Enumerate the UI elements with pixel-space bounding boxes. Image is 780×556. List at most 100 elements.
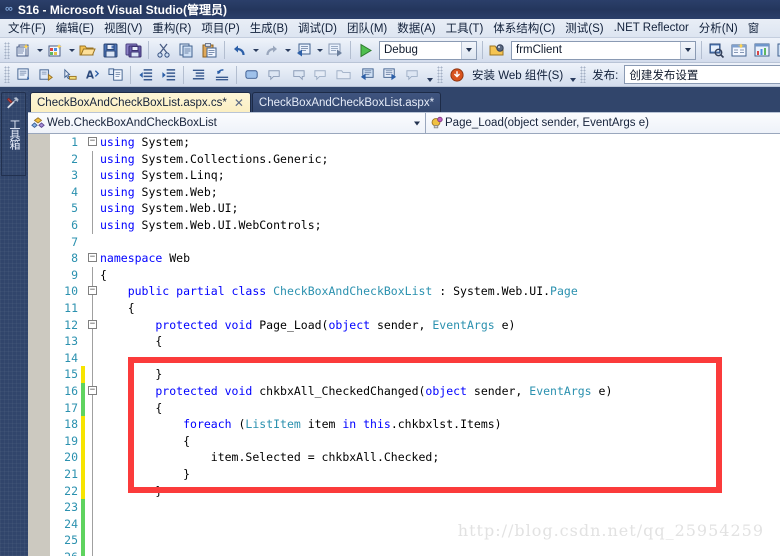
- tab-checkboxandcheckboxlist-aspx[interactable]: CheckBoxAndCheckBoxList.aspx*: [251, 92, 442, 112]
- toolbar-overflow-icon[interactable]: [567, 65, 578, 84]
- code-surface[interactable]: 1− using System; 2 using System.Collections…: [52, 134, 780, 556]
- navigate-backward-icon[interactable]: [293, 40, 314, 61]
- code-editor[interactable]: 1− using System; 2 using System.Collections…: [28, 134, 780, 556]
- publish-profile-combo[interactable]: 创建发布设置: [624, 65, 780, 84]
- new-website-dropdown-icon[interactable]: [67, 41, 76, 60]
- code-line[interactable]: 17 {: [52, 399, 780, 417]
- decrease-indent-icon[interactable]: [135, 64, 156, 85]
- save-all-icon[interactable]: [123, 40, 144, 61]
- code-line[interactable]: 9{: [52, 266, 780, 284]
- code-line[interactable]: 14: [52, 349, 780, 367]
- solution-configuration-combo[interactable]: Debug: [379, 40, 477, 60]
- member-navigation-combo[interactable]: Page_Load(object sender, EventArgs e): [426, 113, 780, 133]
- navigate-back-icon[interactable]: [356, 64, 377, 85]
- menu-item-tools[interactable]: 工具(T): [441, 19, 489, 37]
- menu-item-project[interactable]: 项目(P): [196, 19, 244, 37]
- clear-bookmarks-icon[interactable]: [310, 64, 331, 85]
- menu-item-test[interactable]: 测试(S): [560, 19, 608, 37]
- code-line[interactable]: 22 }: [52, 482, 780, 500]
- undo-dropdown-icon[interactable]: [251, 41, 260, 60]
- redo-icon[interactable]: [261, 40, 282, 61]
- toolbar-grip[interactable]: [580, 66, 587, 83]
- start-debugging-icon[interactable]: [355, 40, 376, 61]
- menu-item-edit[interactable]: 编辑(E): [51, 19, 99, 37]
- type-navigation-combo[interactable]: Web.CheckBoxAndCheckBoxList: [28, 113, 426, 133]
- code-line[interactable]: 21 }: [52, 466, 780, 483]
- code-line[interactable]: 18 foreach (ListItem item in this.chkbxl…: [52, 416, 780, 433]
- new-project-icon[interactable]: [13, 40, 34, 61]
- code-line[interactable]: 7: [52, 234, 780, 251]
- code-line[interactable]: 3 using System.Linq;: [52, 167, 780, 184]
- code-line[interactable]: 6 using System.Web.UI.WebControls;: [52, 217, 780, 234]
- code-line[interactable]: 10− public partial class CheckBoxAndChec…: [52, 283, 780, 300]
- next-bookmark-icon[interactable]: [287, 64, 308, 85]
- chevron-down-icon[interactable]: [411, 118, 422, 129]
- code-line[interactable]: 11 {: [52, 300, 780, 317]
- redo-dropdown-icon[interactable]: [283, 41, 292, 60]
- open-file-icon[interactable]: [77, 40, 98, 61]
- bookmark-folder-icon[interactable]: [333, 64, 354, 85]
- insert-snippet-icon[interactable]: [36, 64, 57, 85]
- undo-outlining-icon[interactable]: [211, 64, 232, 85]
- outlining-collapse-toggle[interactable]: −: [88, 137, 97, 146]
- menu-item-window[interactable]: 窗: [743, 19, 765, 37]
- paste-icon[interactable]: [199, 40, 220, 61]
- code-line[interactable]: 13 {: [52, 333, 780, 350]
- navigate-forward-icon[interactable]: [325, 40, 346, 61]
- toolbar-grip[interactable]: [437, 66, 443, 83]
- object-browser-icon[interactable]: [775, 40, 780, 61]
- find-in-files-icon[interactable]: [706, 40, 727, 61]
- chevron-down-icon[interactable]: [461, 41, 476, 59]
- new-website-icon[interactable]: [45, 40, 66, 61]
- close-icon[interactable]: ✕: [234, 97, 244, 109]
- menu-item-data[interactable]: 数据(A): [392, 19, 440, 37]
- uncomment-icon[interactable]: [105, 64, 126, 85]
- new-project-dropdown-icon[interactable]: [35, 41, 44, 60]
- menu-item-architecture[interactable]: 体系结构(C): [488, 19, 560, 37]
- menu-item-analyze[interactable]: 分析(N): [694, 19, 743, 37]
- outlining-collapse-toggle[interactable]: −: [88, 286, 97, 296]
- surround-with-icon[interactable]: [59, 64, 80, 85]
- install-web-components-label[interactable]: 安装 Web 组件(S): [468, 67, 567, 83]
- increase-indent-icon[interactable]: [158, 64, 179, 85]
- code-line[interactable]: 12− protected void Page_Load(object send…: [52, 316, 780, 334]
- toolbar-overflow-icon[interactable]: [424, 65, 435, 84]
- cut-icon[interactable]: [153, 40, 174, 61]
- menu-bar[interactable]: 文件(F) 编辑(E) 视图(V) 重构(R) 项目(P) 生成(B) 调试(D…: [0, 19, 780, 38]
- menu-item-view[interactable]: 视图(V): [99, 19, 147, 37]
- code-line[interactable]: 23: [52, 499, 780, 516]
- toolbar-grip[interactable]: [4, 41, 10, 59]
- code-line[interactable]: 19 {: [52, 432, 780, 450]
- undo-icon[interactable]: [229, 40, 250, 61]
- sidebar-item-toolbox[interactable]: 工具箱: [1, 92, 26, 176]
- toolbar-grip[interactable]: [4, 66, 10, 83]
- download-icon[interactable]: [446, 64, 467, 85]
- outlining-collapse-toggle[interactable]: −: [88, 253, 97, 263]
- comment-format-icon[interactable]: A: [82, 64, 103, 85]
- menu-item-net-reflector[interactable]: .NET Reflector: [609, 20, 694, 36]
- menu-item-build[interactable]: 生成(B): [245, 19, 293, 37]
- navigate-backward-dropdown-icon[interactable]: [315, 41, 324, 60]
- code-line[interactable]: 5 using System.Web.UI;: [52, 200, 780, 217]
- code-line[interactable]: 8− namespace Web: [52, 250, 780, 267]
- code-line[interactable]: 16 − protected void chkbxAll_CheckedChang…: [52, 383, 780, 400]
- previous-bookmark-icon[interactable]: [264, 64, 285, 85]
- solution-explorer-icon[interactable]: [752, 40, 773, 61]
- menu-item-debug[interactable]: 调试(D): [293, 19, 342, 37]
- navigate-fwd-icon[interactable]: [379, 64, 400, 85]
- menu-item-team[interactable]: 团队(M): [342, 19, 392, 37]
- startup-item-combo[interactable]: frmClient: [511, 40, 696, 60]
- save-icon[interactable]: [100, 40, 121, 61]
- toggle-all-outlining-icon[interactable]: [188, 64, 209, 85]
- outlining-collapse-toggle[interactable]: −: [88, 319, 97, 329]
- outlining-collapse-toggle[interactable]: −: [88, 386, 97, 395]
- selection-margin[interactable]: [28, 134, 51, 556]
- menu-item-file[interactable]: 文件(F): [3, 19, 51, 37]
- code-line[interactable]: 4 using System.Web;: [52, 183, 780, 201]
- toggle-bookmark-icon[interactable]: [241, 64, 262, 85]
- copy-icon[interactable]: [176, 40, 197, 61]
- code-line[interactable]: 20 item.Selected = chkbxAll.Checked;: [52, 449, 780, 466]
- more-bookmarks-icon[interactable]: [402, 64, 423, 85]
- properties-window-icon[interactable]: [729, 40, 750, 61]
- code-line[interactable]: 15 }: [52, 366, 780, 383]
